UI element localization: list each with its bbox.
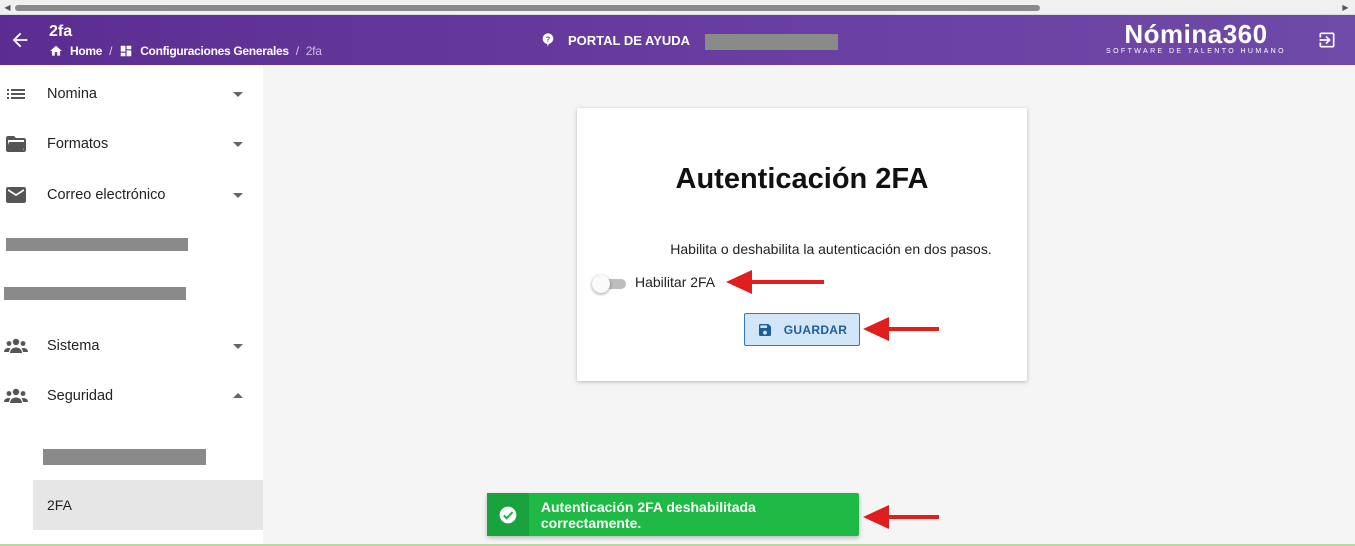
sidebar-item-nomina[interactable]: Nomina	[0, 70, 263, 118]
breadcrumb-configuraciones[interactable]: Configuraciones Generales	[119, 44, 289, 58]
people-icon	[4, 388, 28, 403]
svg-text:?: ?	[546, 34, 551, 43]
redacted-sidebar-item	[4, 287, 186, 300]
breadcrumb: Home / Configuraciones Generales / 2fa	[49, 44, 322, 58]
sidebar: Nomina Formatos Correo electrónico Siste…	[0, 65, 263, 546]
brand-logo: Nómina360 SOFTWARE DE TALENTO HUMANO	[1106, 20, 1286, 55]
breadcrumb-home-label: Home	[70, 44, 103, 58]
brand-tagline: SOFTWARE DE TALENTO HUMANO	[1106, 48, 1286, 55]
logout-icon[interactable]	[1317, 30, 1337, 50]
sidebar-item-label: Seguridad	[47, 388, 114, 404]
redacted-sidebar-subitem	[43, 449, 206, 465]
sidebar-item-label: Formatos	[47, 136, 109, 152]
sidebar-item-sistema[interactable]: Sistema	[0, 322, 263, 370]
breadcrumb-configuraciones-label: Configuraciones Generales	[140, 44, 289, 58]
sidebar-subitem-2fa[interactable]: 2FA	[33, 480, 263, 530]
home-icon	[50, 45, 62, 56]
scroll-right-icon[interactable]: ▶	[1341, 3, 1350, 12]
card-title: Autenticación 2FA	[675, 163, 929, 195]
chevron-down-icon	[233, 344, 243, 349]
sidebar-item-label: Correo electrónico	[47, 187, 166, 203]
save-button[interactable]: GUARDAR	[744, 313, 860, 346]
sidebar-item-seguridad[interactable]: Seguridad	[0, 372, 263, 420]
toast-icon-area	[487, 493, 529, 536]
folder-open-icon	[6, 136, 26, 152]
horizontal-scrollbar[interactable]: ◀ ▶	[0, 0, 1355, 15]
chevron-down-icon	[233, 193, 243, 198]
dashboard-icon	[120, 45, 132, 57]
breadcrumb-home[interactable]: Home	[49, 44, 102, 58]
check-circle-icon	[499, 506, 517, 523]
toggle-knob	[592, 275, 610, 293]
redacted-sidebar-item	[6, 238, 188, 251]
card-description: Habilita o deshabilita la autenticación …	[670, 241, 992, 257]
breadcrumb-current: 2fa	[305, 44, 322, 58]
people-icon	[4, 338, 28, 353]
app-header: 2fa Home / Configuraciones Generales / 2…	[0, 15, 1355, 65]
annotation-arrow-icon	[863, 505, 939, 529]
chevron-down-icon	[233, 142, 243, 147]
sidebar-item-label: Sistema	[47, 338, 100, 354]
help-icon: ?	[542, 33, 554, 47]
chevron-up-icon	[233, 393, 243, 398]
toast-message: Autenticación 2FA deshabilitada correcta…	[540, 498, 756, 531]
list-icon	[7, 89, 25, 99]
save-button-label: GUARDAR	[783, 322, 848, 337]
brand-name: Nómina360	[1124, 19, 1268, 49]
help-portal-label: PORTAL DE AYUDA	[568, 32, 691, 48]
annotation-arrow-icon	[726, 270, 824, 294]
mail-icon	[6, 187, 26, 203]
enable-2fa-toggle[interactable]	[592, 274, 628, 294]
help-portal-link[interactable]: ? PORTAL DE AYUDA	[540, 32, 690, 48]
success-toast: Autenticación 2FA deshabilitada correcta…	[487, 493, 859, 536]
scrollbar-thumb[interactable]	[15, 5, 1040, 11]
save-icon	[758, 323, 771, 336]
arrow-back-icon[interactable]	[9, 29, 31, 51]
page-title: 2fa	[49, 23, 73, 40]
sidebar-item-formatos[interactable]: Formatos	[0, 120, 263, 168]
scroll-left-icon[interactable]: ◀	[3, 3, 12, 12]
chevron-down-icon	[233, 92, 243, 97]
redacted-user-name	[705, 34, 838, 50]
breadcrumb-separator: /	[295, 44, 299, 58]
sidebar-item-correo[interactable]: Correo electrónico	[0, 171, 263, 219]
toggle-label: Habilitar 2FA	[635, 274, 716, 290]
breadcrumb-separator: /	[109, 44, 113, 58]
sidebar-item-label: Nomina	[47, 86, 97, 102]
sidebar-subitem-label: 2FA	[47, 497, 72, 513]
annotation-arrow-icon	[863, 317, 939, 341]
two-factor-card: Autenticación 2FA Habilita o deshabilita…	[577, 108, 1027, 381]
